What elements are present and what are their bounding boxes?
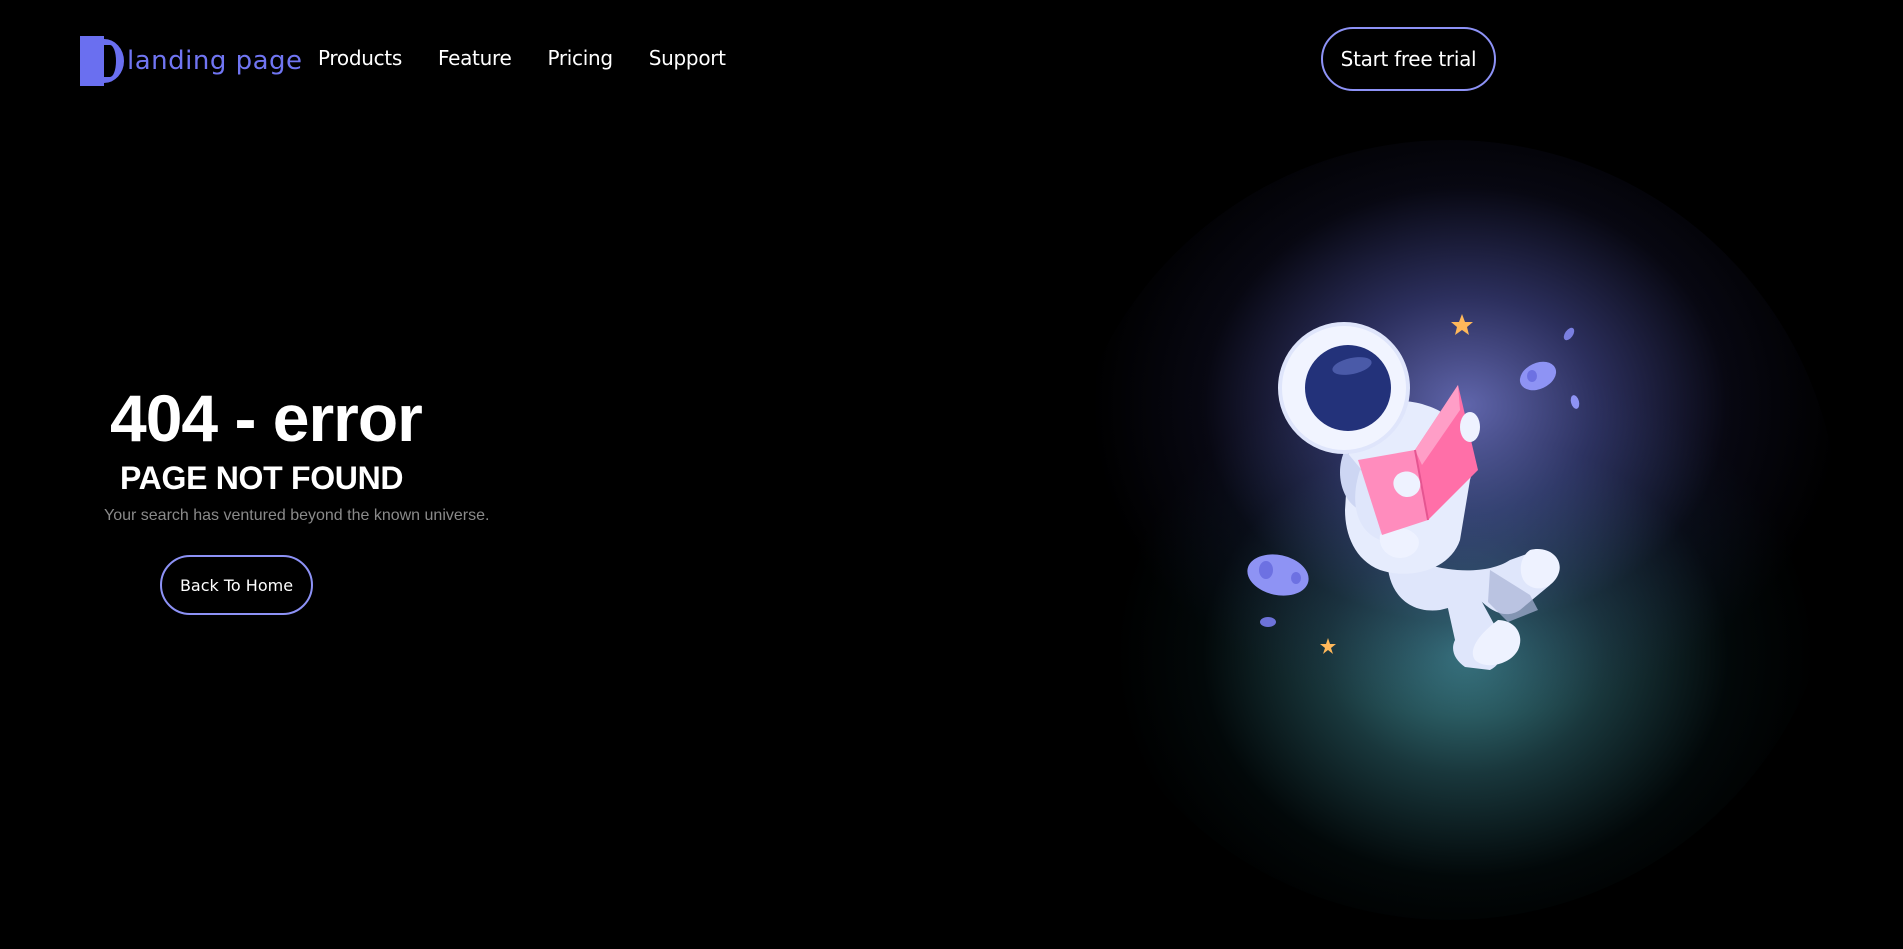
- header: landing page Products Feature Pricing Su…: [0, 0, 1903, 120]
- nav-pricing[interactable]: Pricing: [547, 46, 613, 70]
- asteroid-left-icon: [1247, 554, 1309, 596]
- pebble-icon: [1563, 327, 1575, 341]
- logo-link[interactable]: landing page: [80, 36, 303, 86]
- nav-support[interactable]: Support: [649, 46, 726, 70]
- page: landing page Products Feature Pricing Su…: [0, 0, 1903, 949]
- main-nav: Products Feature Pricing Support: [318, 46, 726, 70]
- astronaut-reading-icon: [1247, 314, 1580, 670]
- pebble-icon: [1260, 617, 1276, 627]
- logo-mark-icon: [80, 36, 124, 86]
- astronaut-illustration: [1060, 140, 1840, 920]
- back-to-home-button[interactable]: Back To Home: [160, 555, 313, 615]
- error-title: 404 - error: [110, 381, 423, 455]
- nav-products[interactable]: Products: [318, 46, 402, 70]
- star-icon: [1320, 638, 1336, 654]
- pebble-icon: [1570, 395, 1580, 409]
- star-icon: [1451, 314, 1473, 335]
- asteroid-right-icon: [1519, 361, 1557, 391]
- start-free-trial-button[interactable]: Start free trial: [1321, 27, 1496, 91]
- logo-text: landing page: [127, 46, 303, 76]
- error-subtitle: PAGE NOT FOUND: [120, 460, 404, 496]
- nav-feature[interactable]: Feature: [438, 46, 512, 70]
- helmet-icon: [1278, 322, 1410, 454]
- error-description: Your search has ventured beyond the know…: [104, 507, 490, 524]
